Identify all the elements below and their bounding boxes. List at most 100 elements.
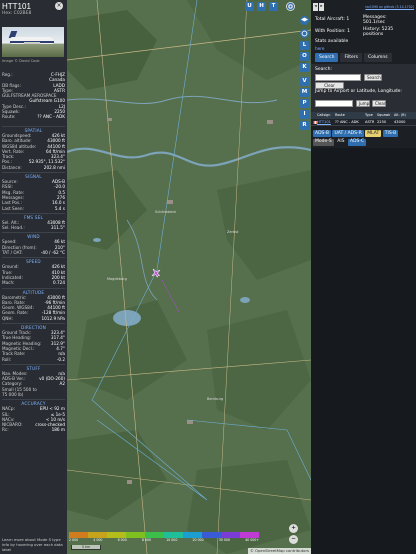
aircraft-photo[interactable] — [2, 27, 64, 57]
altitude-row: QNH: 1012.9 hPa — [2, 316, 65, 321]
stuff-row: 75 000 lb) — [2, 392, 65, 397]
tab-filters[interactable]: Filters — [340, 53, 362, 62]
info-sections: SPATIAL Groundspeed: 426 kt Baro. altitude:… — [2, 124, 65, 433]
svg-text:Magdeburg: Magdeburg — [107, 277, 127, 281]
section-header-stuff[interactable]: STUFF — [2, 363, 65, 371]
tab-columns[interactable]: Columns — [363, 53, 392, 62]
accuracy-row: Rc: 186 m — [2, 427, 65, 432]
map-button-v[interactable]: V — [300, 77, 309, 86]
filter-tisb[interactable]: TIS-B — [382, 130, 399, 137]
stuff-value: A2 — [59, 381, 65, 387]
zoom-out-button[interactable]: − — [289, 535, 298, 544]
clear-search-button[interactable]: Clear Search — [315, 82, 344, 93]
row-type: ASTR — [365, 120, 375, 124]
filter-modes[interactable]: Mode-S — [313, 138, 334, 146]
filter-mlat[interactable]: MLAT — [365, 130, 382, 137]
wind-value: -40 / -62 °C — [40, 250, 65, 256]
spatial-row: Distance: 202.8 nmi — [2, 165, 65, 170]
jump-input[interactable] — [315, 100, 353, 107]
col-altitude[interactable]: Alt. (ft) — [392, 112, 412, 119]
section-header-signal[interactable]: SIGNAL — [2, 172, 65, 179]
photo-credit: Image © David Cook — [2, 59, 40, 63]
version-link[interactable]: tar1090 on github (3.14.1702) — [365, 5, 414, 9]
speed-key: Mach: — [2, 280, 15, 286]
map-button-l[interactable]: L — [300, 41, 309, 50]
tab-search[interactable]: Search — [315, 53, 339, 62]
direction-value: -0.2 — [56, 356, 65, 362]
filter-adsb[interactable]: ADS-B — [313, 130, 331, 137]
map-button-m[interactable]: M — [300, 88, 309, 97]
speed-value: 0.724 — [53, 280, 65, 286]
panel-toggle: ◂ ▸ — [313, 3, 324, 11]
jump-clear-button[interactable]: Clear — [372, 100, 386, 107]
section-header-speed[interactable]: SPEED — [2, 257, 65, 264]
map-button-u[interactable]: U — [245, 2, 254, 11]
row-altitude: 43000 — [394, 120, 406, 124]
search-button[interactable]: Search — [364, 74, 382, 81]
spatial-key: Distance: — [2, 164, 22, 170]
col-callsign[interactable]: Callsign — [315, 112, 333, 119]
wind-key: TAT / OAT: — [2, 250, 23, 256]
settings-icon[interactable] — [286, 2, 295, 11]
col-squawk[interactable]: Squawk — [375, 112, 392, 119]
map-button-k[interactable]: K — [300, 63, 309, 72]
map-button-p[interactable]: P — [300, 99, 309, 108]
spatial-value: 202.8 nmi — [43, 164, 65, 170]
map-button-t[interactable]: T — [269, 2, 278, 11]
legend-label: 4 000 — [93, 538, 103, 542]
altitude-value: 1012.9 hPa — [41, 315, 65, 321]
stuff-key: 75 000 lb) — [2, 391, 24, 397]
total-aircraft: Total Aircraft: 1 — [315, 17, 350, 22]
filter-ais[interactable]: AIS — [335, 138, 347, 146]
source-filters: ADS-B UAT / ADS-R MLAT TIS-B Mode-S AIS … — [313, 130, 416, 146]
aircraft-info-panel: HTT101 Hex: C02BE8 × Image © David Cook … — [0, 0, 67, 554]
direction-key: Roll: — [2, 356, 12, 362]
center-icon[interactable] — [300, 29, 309, 38]
app-root: HTT101 Hex: C02BE8 × Image © David Cook … — [0, 0, 416, 554]
jump-label: Jump to Airport or Latitude, Longitude: — [315, 89, 402, 94]
row-callsign[interactable]: HTT101 — [315, 119, 333, 125]
map-button-h[interactable]: H — [257, 2, 266, 11]
registration-row: Route: ?? ANC - ADK — [2, 114, 65, 119]
map-button-i[interactable]: I — [300, 110, 309, 119]
expand-right-icon[interactable]: ▸ — [319, 3, 324, 11]
section-header-direction[interactable]: DIRECTION — [2, 323, 65, 330]
map-button-r[interactable]: R — [300, 121, 309, 130]
map-canvas: Schönebeck Zerbst Magdeburg Bernburg — [67, 0, 311, 554]
expand-left-icon[interactable]: ◂ — [313, 3, 318, 11]
info-footer: Learn more about Mode S type info by hov… — [2, 537, 63, 552]
row-squawk: 2250 — [377, 120, 387, 124]
filter-adsc[interactable]: ADS-C — [348, 138, 367, 146]
section-header-spatial[interactable]: SPATIAL — [2, 126, 65, 133]
signal-row: Last Seen: 5.4 s — [2, 206, 65, 211]
panel-tabs: Search Filters Columns — [315, 53, 392, 62]
with-position: With Position: 1 — [315, 29, 350, 34]
history-value: positions — [363, 32, 384, 37]
search-input[interactable] — [315, 74, 361, 81]
section-header-accuracy[interactable]: ACCURACY — [2, 399, 65, 406]
legend-label: 6 000 — [117, 538, 127, 542]
map-button-o[interactable]: O — [300, 52, 309, 61]
empty-area — [311, 148, 416, 554]
map-attribution[interactable]: © OpenStreetMap contributors — [248, 548, 311, 554]
col-type[interactable]: Type — [363, 112, 375, 119]
speed-row: Mach: 0.724 — [2, 280, 65, 285]
layers-icon[interactable] — [300, 16, 309, 25]
registration-rows: Reg.: C-FHJZ Canada DB flags: LADD Type: ASTR G… — [2, 72, 65, 120]
direction-row: Roll: -0.2 — [2, 357, 65, 362]
aircraft-marker-icon[interactable] — [151, 268, 161, 278]
section-header-fms-sel[interactable]: FMS SEL — [2, 212, 65, 220]
section-header-altitude[interactable]: ALTITUDE — [2, 287, 65, 295]
section-header-wind[interactable]: WIND — [2, 232, 65, 239]
col-route[interactable]: Route — [333, 112, 363, 119]
stats-link[interactable]: here — [315, 46, 324, 51]
filter-uat[interactable]: UAT / ADS-R — [332, 130, 364, 137]
scale-bar: 5 km — [71, 545, 101, 550]
zoom-in-button[interactable]: + — [289, 524, 298, 533]
map-view[interactable]: Schönebeck Zerbst Magdeburg Bernburg U H… — [67, 0, 311, 554]
legend-label: 30 000 — [218, 538, 230, 542]
close-icon[interactable]: × — [55, 2, 63, 10]
jump-button[interactable]: Jump — [356, 100, 370, 107]
fms-sel-row: Sel. Head.: 311.5° — [2, 225, 65, 230]
table-row[interactable]: HTT101 ?? ANC - ADK ASTR 2250 43000 — [311, 119, 416, 126]
